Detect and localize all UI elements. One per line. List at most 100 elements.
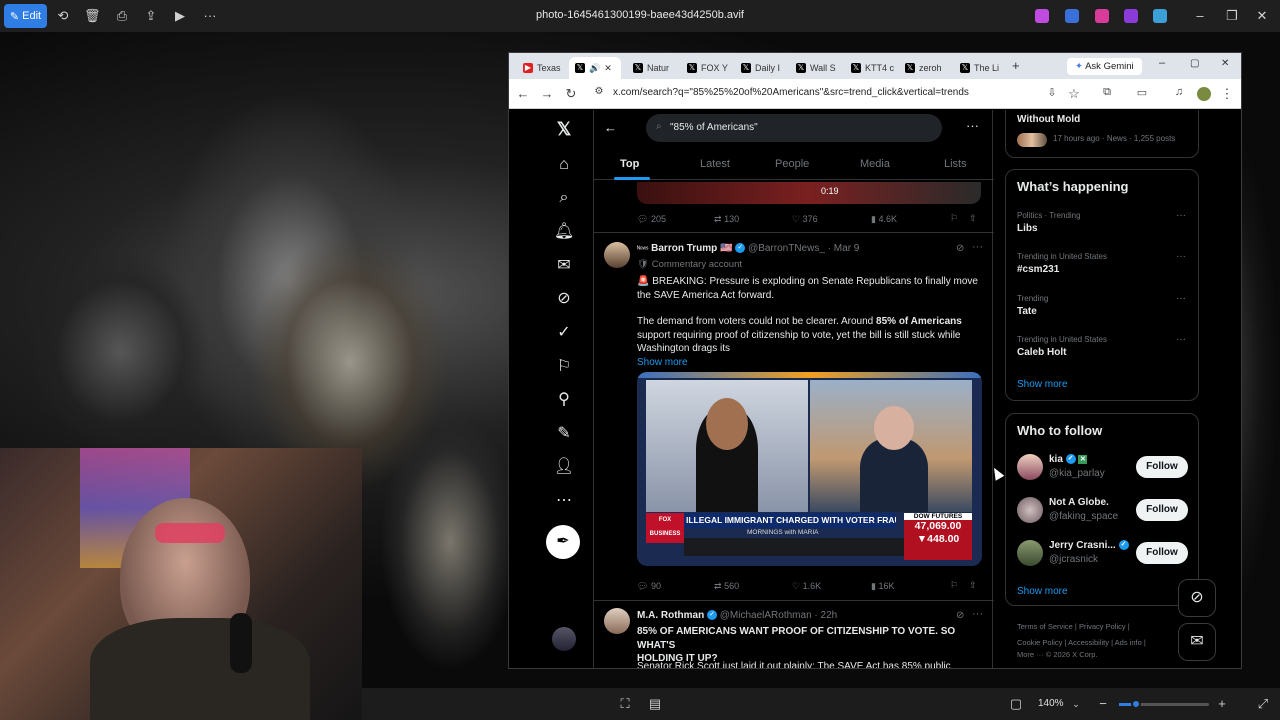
tab-top[interactable]: Top bbox=[620, 158, 639, 170]
profile-icon[interactable]: 👤︎ bbox=[553, 456, 575, 478]
extensions-icon[interactable]: ⧉ bbox=[1099, 86, 1115, 99]
back-arrow-icon[interactable]: ← bbox=[604, 120, 617, 135]
grok-icon[interactable]: ⊘ bbox=[956, 610, 964, 621]
messages-icon[interactable]: ✉ bbox=[553, 255, 575, 277]
trend-more-icon[interactable]: ··· bbox=[1176, 293, 1186, 304]
author-handle[interactable]: @BarronTNews_ bbox=[748, 243, 825, 254]
site-info-icon[interactable]: ⚙ bbox=[591, 86, 607, 97]
tab-texas[interactable]: ▶ Texas bbox=[517, 57, 565, 79]
tab-natur[interactable]: 𝕏 Natur bbox=[627, 57, 677, 79]
premium-icon[interactable]: ✓ bbox=[553, 322, 575, 344]
jobs-icon[interactable]: ⚲ bbox=[553, 389, 575, 411]
tab-the-li[interactable]: 𝕏 The Li bbox=[954, 57, 1004, 79]
zoom-slider[interactable] bbox=[1119, 699, 1209, 709]
bookmark-star-icon[interactable]: ☆ bbox=[1066, 86, 1082, 102]
profile-avatar[interactable] bbox=[1197, 87, 1211, 101]
media-icon[interactable]: ♫ bbox=[1171, 86, 1187, 98]
author-name[interactable]: Barron Trump 🇺🇸 bbox=[651, 243, 732, 254]
bookmarks-icon[interactable]: ⚐ bbox=[553, 356, 575, 378]
more-circle-icon[interactable]: ⋯ bbox=[553, 490, 575, 512]
close-icon[interactable]: ✕ bbox=[1221, 58, 1229, 69]
author-name[interactable]: M.A. Rothman bbox=[637, 610, 704, 621]
share-icon[interactable]: ⇧ bbox=[969, 580, 977, 591]
ask-gemini-button[interactable]: ✦ Ask Gemini bbox=[1067, 58, 1142, 75]
tweet-more-icon[interactable]: ··· bbox=[972, 608, 983, 620]
notifications-icon[interactable]: 🔔︎ bbox=[553, 221, 575, 243]
app-icon[interactable] bbox=[1065, 9, 1079, 23]
fit-icon[interactable]: ⛶ bbox=[617, 696, 633, 712]
info-icon[interactable]: ▤ bbox=[647, 696, 663, 712]
reply-action[interactable]: 💬︎ 90 bbox=[637, 581, 661, 592]
trend-more-icon[interactable]: ··· bbox=[1176, 334, 1186, 345]
tab-latest[interactable]: Latest bbox=[700, 158, 730, 170]
follow-handle[interactable]: @kia_parlay bbox=[1049, 468, 1105, 479]
bookmark-icon[interactable]: ⚐ bbox=[950, 213, 958, 224]
tab-people[interactable]: People bbox=[775, 158, 809, 170]
app-icon[interactable] bbox=[1153, 9, 1167, 23]
minimize-icon[interactable]: – bbox=[1192, 8, 1208, 24]
back-icon[interactable]: ← bbox=[515, 86, 531, 101]
repost-action[interactable]: ⇄ 560 bbox=[714, 581, 739, 592]
avatar[interactable] bbox=[604, 242, 630, 268]
x-logo-icon[interactable]: 𝕏 bbox=[553, 118, 575, 140]
sidepanel-icon[interactable]: ▭ bbox=[1134, 86, 1150, 99]
views-action[interactable]: ▮ 16K bbox=[871, 581, 894, 592]
tab-x-active[interactable]: 𝕏 🔊 ✕ bbox=[569, 57, 621, 79]
more-options-icon[interactable]: ··· bbox=[966, 118, 979, 133]
actual-size-icon[interactable]: ▢ bbox=[1008, 696, 1024, 712]
home-icon[interactable]: ⌂ bbox=[553, 154, 575, 176]
articles-icon[interactable]: ✎ bbox=[553, 423, 575, 445]
avatar[interactable] bbox=[1017, 454, 1043, 480]
new-tab-icon[interactable]: + bbox=[1012, 58, 1020, 73]
tweet-date[interactable]: · 22h bbox=[814, 610, 837, 621]
app-icon[interactable] bbox=[1035, 9, 1049, 23]
tab-daily[interactable]: 𝕏 Daily I bbox=[735, 57, 785, 79]
account-avatar[interactable] bbox=[552, 627, 576, 651]
video-thumbnail[interactable]: 0:19 bbox=[637, 182, 981, 204]
zoom-slider-thumb[interactable] bbox=[1131, 699, 1141, 709]
like-action[interactable]: ♡ 1.6K bbox=[792, 581, 821, 592]
repost-action[interactable]: ⇄ 130 bbox=[714, 214, 739, 225]
messages-float-button[interactable]: ✉ bbox=[1178, 623, 1216, 661]
reply-action[interactable]: 💬︎ 205 bbox=[637, 214, 666, 225]
compose-post-button[interactable]: ✒ bbox=[546, 525, 580, 559]
trend-more-icon[interactable]: ··· bbox=[1176, 251, 1186, 262]
follow-button[interactable]: Follow bbox=[1136, 499, 1188, 521]
install-icon[interactable]: ⇩ bbox=[1044, 86, 1060, 99]
trend-more-icon[interactable]: ··· bbox=[1176, 210, 1186, 221]
trend-news-card[interactable]: Without Mold 17 hours ago · News · 1,255… bbox=[1005, 110, 1199, 158]
show-more-link[interactable]: Show more bbox=[1017, 379, 1068, 390]
forward-icon[interactable]: → bbox=[539, 86, 555, 101]
follow-button[interactable]: Follow bbox=[1136, 542, 1188, 564]
zoom-level[interactable]: 140% bbox=[1038, 698, 1064, 709]
url-field[interactable]: x.com/search?q="85%25%20of%20Americans"&… bbox=[613, 87, 969, 98]
zoom-in-icon[interactable]: + bbox=[1214, 696, 1230, 712]
speaker-icon[interactable]: 🔊 bbox=[589, 63, 600, 74]
tweet-image[interactable]: ILLEGAL IMMIGRANT CHARGED WITH VOTER FRA… bbox=[637, 372, 982, 566]
tab-media[interactable]: Media bbox=[860, 158, 890, 170]
follow-name[interactable]: kia ✓ ✕ bbox=[1049, 454, 1088, 465]
grok-float-button[interactable]: ⊘ bbox=[1178, 579, 1216, 617]
share-icon[interactable]: ⇧ bbox=[969, 213, 977, 224]
tweet-date[interactable]: · Mar 9 bbox=[828, 243, 860, 254]
avatar[interactable] bbox=[1017, 497, 1043, 523]
close-icon[interactable]: ✕ bbox=[1254, 8, 1270, 24]
zoom-out-icon[interactable]: − bbox=[1095, 696, 1111, 712]
like-action[interactable]: ♡ 376 bbox=[792, 214, 818, 225]
follow-handle[interactable]: @faking_space bbox=[1049, 511, 1118, 522]
bookmark-icon[interactable]: ⚐ bbox=[950, 580, 958, 591]
chevron-down-icon[interactable]: ⌄ bbox=[1068, 696, 1084, 712]
follow-handle[interactable]: @jcrasnick bbox=[1049, 554, 1098, 565]
views-action[interactable]: ▮ 4.6K bbox=[871, 214, 897, 225]
menu-dots-icon[interactable]: ⋮ bbox=[1219, 86, 1235, 102]
maximize-icon[interactable]: ❐ bbox=[1224, 8, 1240, 24]
tab-lists[interactable]: Lists bbox=[944, 158, 967, 170]
maximize-icon[interactable]: ▢ bbox=[1190, 58, 1199, 69]
fullscreen-icon[interactable]: ⤢ bbox=[1255, 696, 1271, 712]
app-icon[interactable] bbox=[1124, 9, 1138, 23]
tab-ktt4[interactable]: 𝕏 KTT4 c bbox=[845, 57, 895, 79]
follow-button[interactable]: Follow bbox=[1136, 456, 1188, 478]
avatar[interactable] bbox=[604, 608, 630, 634]
grok-icon[interactable]: ⊘ bbox=[553, 288, 575, 310]
minimize-icon[interactable]: – bbox=[1159, 57, 1165, 69]
